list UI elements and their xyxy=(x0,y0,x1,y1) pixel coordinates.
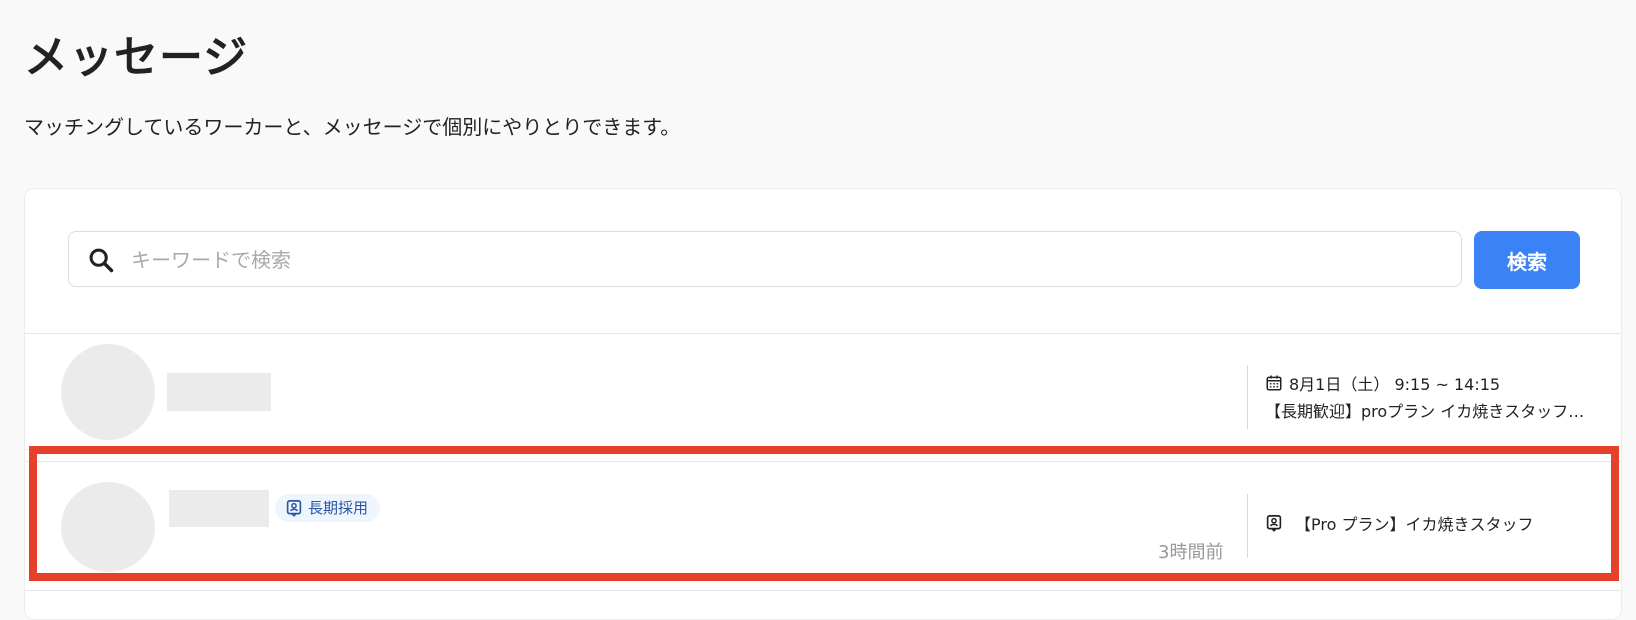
schedule-info: 8月1日（土） 9:15 ~ 14:15 xyxy=(1265,371,1500,395)
conversation-item[interactable]: 8月1日（土） 9:15 ~ 14:15 【長期歓迎】proプラン イカ焼きスタ… xyxy=(25,334,1621,450)
long-term-hire-badge: 長期採用 xyxy=(275,494,381,522)
worker-name-placeholder xyxy=(167,373,271,411)
page-description: マッチングしているワーカーと、メッセージで個別にやりとりできます。 xyxy=(24,115,681,139)
avatar xyxy=(61,482,155,572)
calendar-icon xyxy=(1266,375,1282,391)
timestamp: 3時間前 xyxy=(1158,542,1224,563)
job-title: 【長期歓迎】proプラン イカ焼きスタッフ募... xyxy=(1265,402,1595,421)
search-field[interactable] xyxy=(68,231,1462,287)
search-icon xyxy=(89,248,114,273)
conversation-item[interactable]: 長期採用 3時間前 【Pro プラン】イカ焼きスタッフ xyxy=(25,461,1621,591)
divider xyxy=(1247,365,1248,429)
badge-label: 長期採用 xyxy=(308,499,369,517)
worker-name-placeholder xyxy=(169,490,269,527)
search-button[interactable]: 検索 xyxy=(1474,231,1580,289)
avatar xyxy=(61,344,155,440)
message-list-card: 検索 8月1日（土） 9:15 ~ 14:15 【長期歓迎】proプラン イカ焼… xyxy=(24,188,1622,620)
page-title: メッセージ xyxy=(24,32,249,83)
schedule-text: 8月1日（土） 9:15 ~ 14:15 xyxy=(1289,375,1501,394)
job-title: 【Pro プラン】イカ焼きスタッフ xyxy=(1295,515,1534,534)
job-info: 【Pro プラン】イカ焼きスタッフ xyxy=(1265,511,1533,535)
divider xyxy=(1247,494,1248,558)
search-bar: 検索 xyxy=(25,189,1621,334)
id-badge-icon xyxy=(286,500,302,517)
id-badge-icon xyxy=(1266,515,1282,532)
search-input[interactable] xyxy=(129,240,1433,280)
